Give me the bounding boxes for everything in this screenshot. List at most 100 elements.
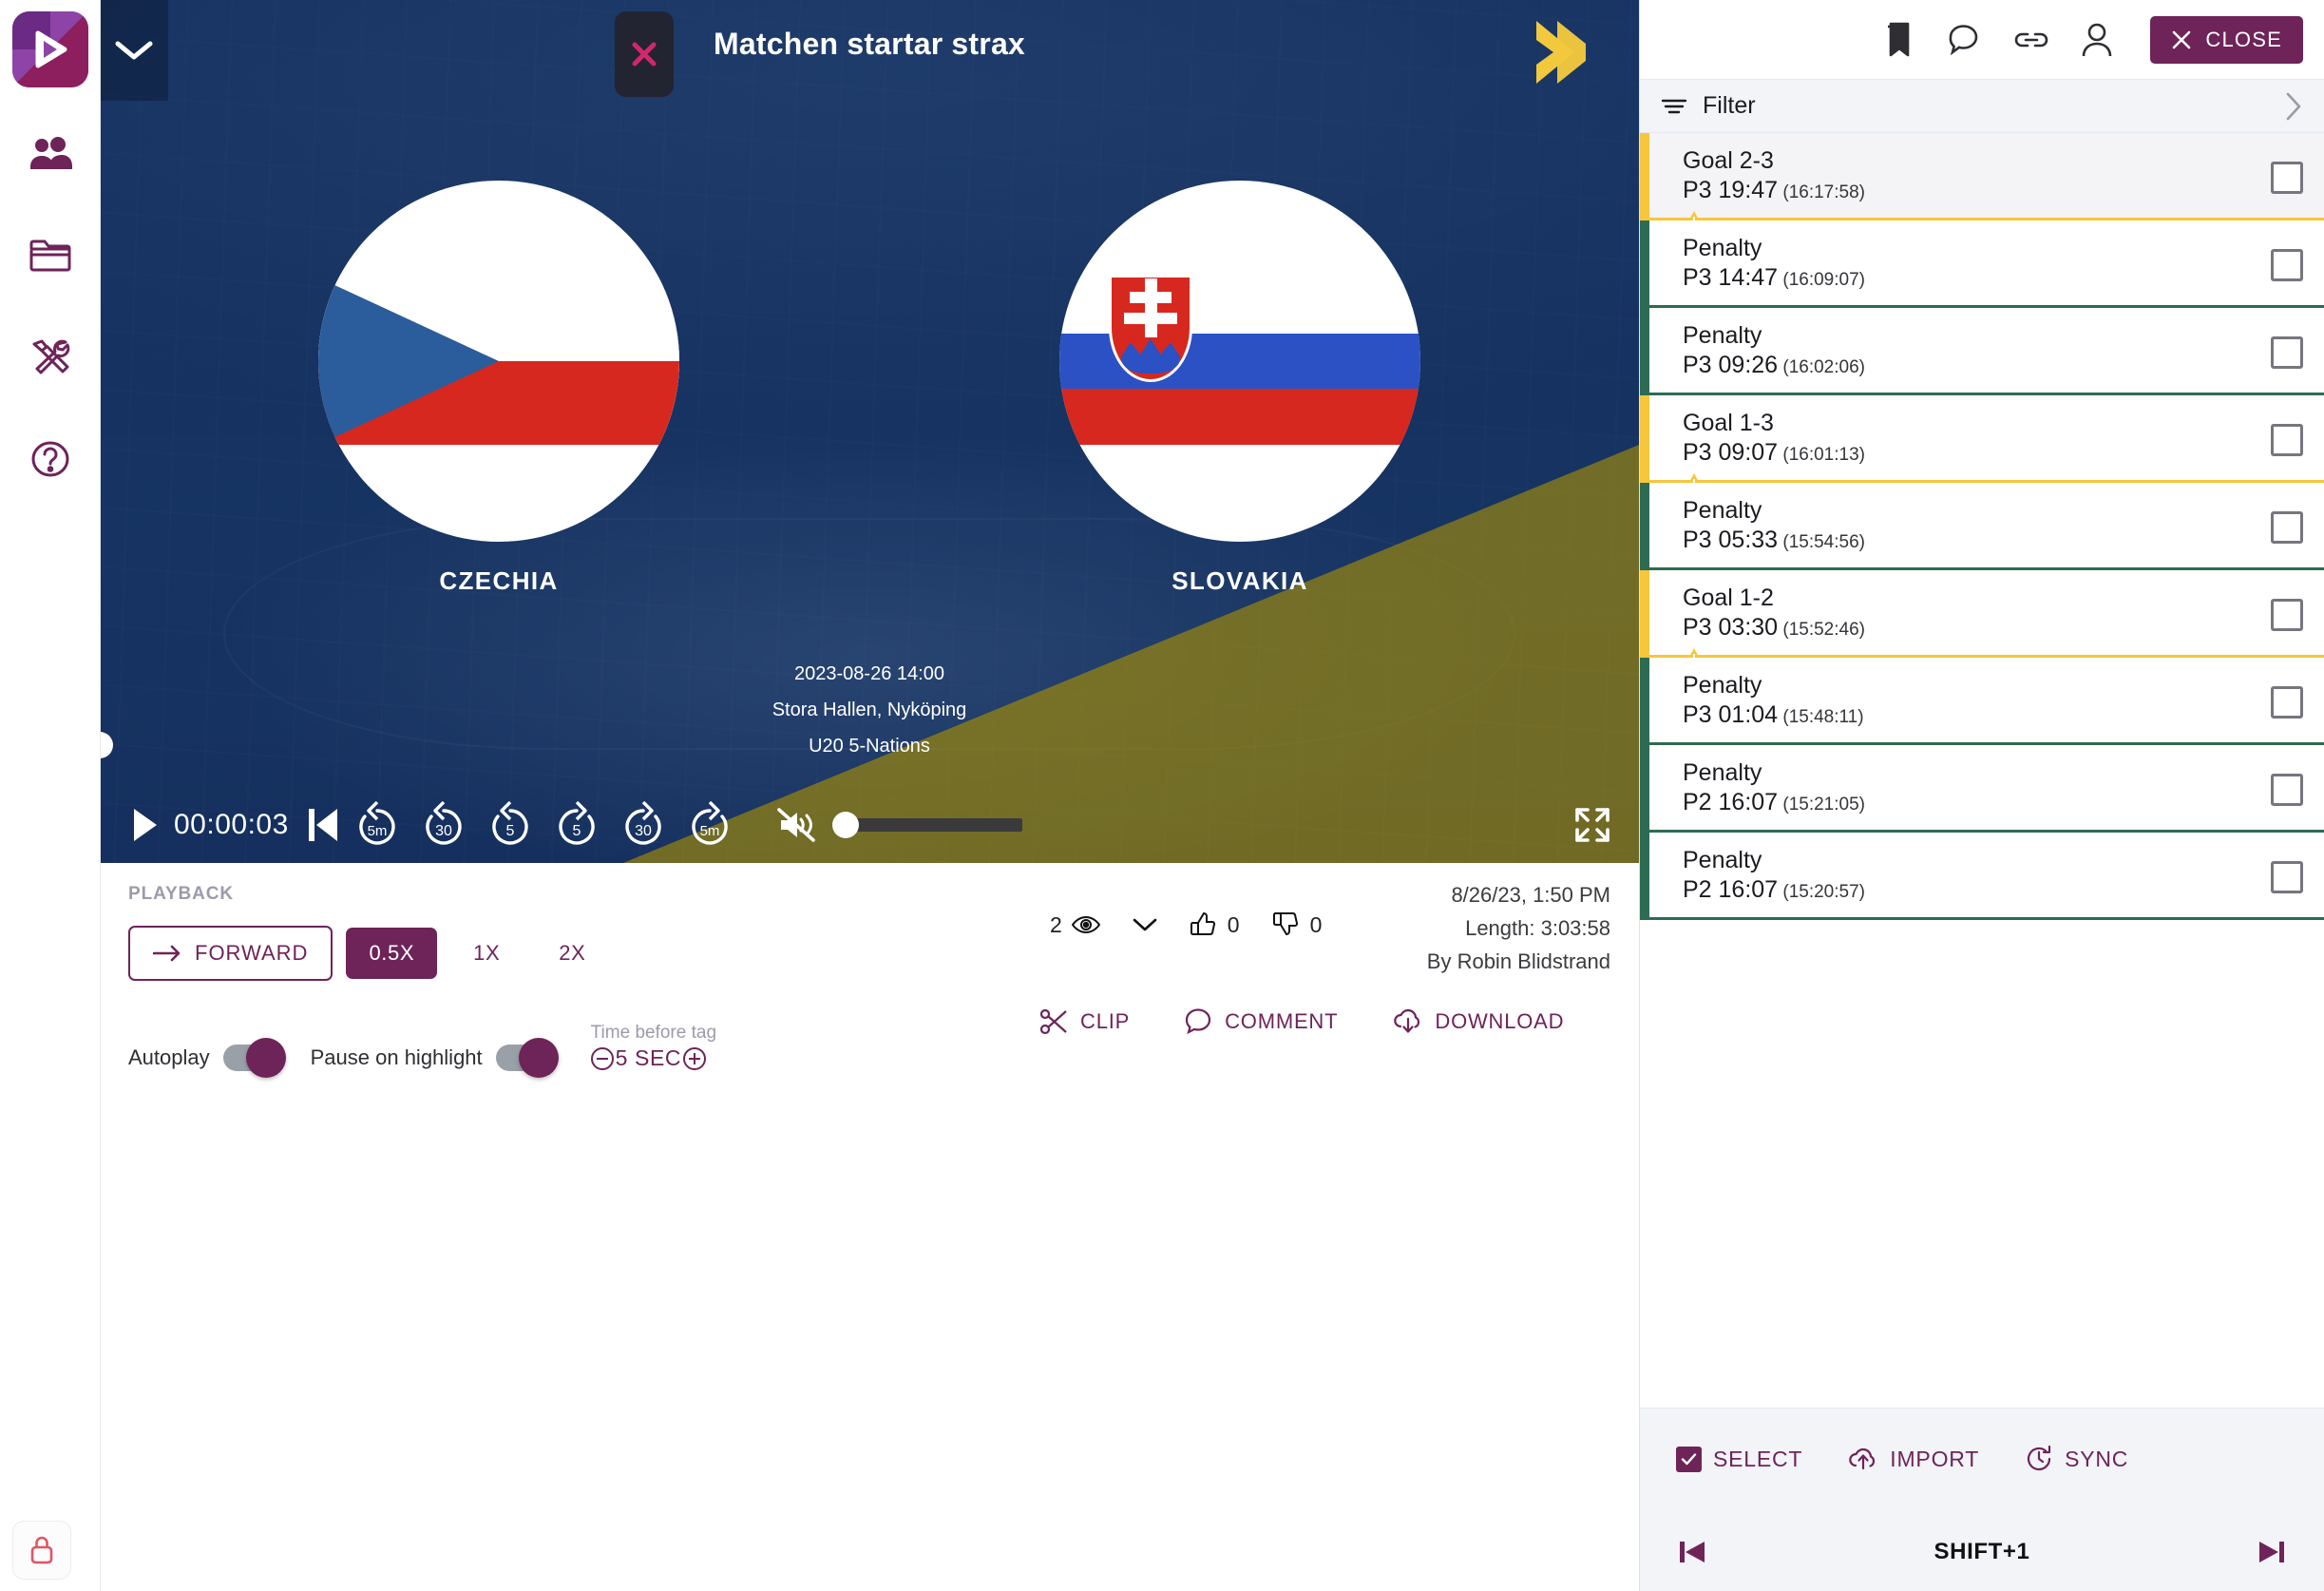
lock-icon[interactable] <box>12 1521 71 1580</box>
event-checkbox[interactable] <box>2271 774 2303 806</box>
select-button[interactable]: SELECT <box>1676 1446 1802 1472</box>
rewind-30-button[interactable]: 30 <box>417 798 470 852</box>
sidebar-item-teams[interactable] <box>0 118 100 189</box>
like-count: 0 <box>1227 911 1240 937</box>
forward-5-button[interactable]: 5 <box>550 798 603 852</box>
event-title: Penalty <box>1683 847 1762 873</box>
event-time: P2 16:07 (15:20:57) <box>1683 874 2324 908</box>
event-checkbox[interactable] <box>2271 511 2303 544</box>
event-checkbox[interactable] <box>2271 162 2303 194</box>
thumbs-up-icon <box>1190 911 1215 935</box>
created-at: 8/26/23, 1:50 PM <box>1451 883 1610 907</box>
event-checkbox[interactable] <box>2271 686 2303 719</box>
event-wall-clock: (16:01:13) <box>1778 445 1865 465</box>
forward-30-button[interactable]: 30 <box>617 798 670 852</box>
mute-button[interactable] <box>771 800 821 850</box>
fullscreen-button[interactable] <box>1567 799 1618 851</box>
download-label: DOWNLOAD <box>1435 1009 1565 1033</box>
skip-to-start-icon <box>308 809 337 841</box>
jump-to-start-button[interactable] <box>302 800 344 850</box>
event-row[interactable]: Penalty P3 05:33 (15:54:56) <box>1640 483 2324 570</box>
rewind-5-button[interactable]: 5 <box>484 798 537 852</box>
autoplay-toggle[interactable] <box>222 1038 286 1078</box>
svg-text:30: 30 <box>435 823 452 839</box>
video-controls-bar: 00:00:03 5m 30 5 5 30 5m <box>100 787 1639 863</box>
direction-forward-label: FORWARD <box>195 941 309 965</box>
skip-previous-icon[interactable] <box>1678 1538 1706 1566</box>
pause-highlight-label: Pause on highlight <box>310 1045 483 1069</box>
views-dropdown[interactable] <box>1133 917 1157 932</box>
event-row[interactable]: Penalty P2 16:07 (15:21:05) <box>1640 745 2324 833</box>
event-wall-clock: (16:02:06) <box>1778 357 1865 377</box>
app-root: Matchen startar strax CZECHIA SLOVAKIA 2… <box>0 0 2324 1591</box>
events-list[interactable]: Goal 2-3 P3 19:47 (16:17:58) Penalty P3 14:… <box>1640 133 2324 1408</box>
event-checkbox[interactable] <box>2271 599 2303 631</box>
sidebar-item-library[interactable] <box>0 220 100 291</box>
event-row[interactable]: Goal 1-2 P3 03:30 (15:52:46) <box>1640 570 2324 667</box>
event-checkbox[interactable] <box>2271 424 2303 456</box>
event-row[interactable]: Penalty P3 14:47 (16:09:07) <box>1640 220 2324 308</box>
skip-next-icon[interactable] <box>2257 1538 2286 1566</box>
sync-button[interactable]: SYNC <box>2025 1445 2128 1473</box>
volume-slider[interactable] <box>831 812 1022 838</box>
time-before-tag-increase[interactable] <box>683 1046 707 1070</box>
filter-bar[interactable]: Filter <box>1640 79 2324 133</box>
events-panel-footer: SELECT IMPORT SYNC SHIFT+1 <box>1640 1408 2324 1591</box>
filter-icon <box>1661 99 1687 113</box>
time-before-tag-decrease[interactable] <box>590 1046 614 1070</box>
event-row[interactable]: Penalty P2 16:07 (15:20:57) <box>1640 833 2324 920</box>
event-checkbox[interactable] <box>2271 336 2303 369</box>
video-length: Length: 3:03:58 <box>1465 916 1610 940</box>
sync-label: SYNC <box>2065 1446 2129 1471</box>
fullscreen-icon <box>1575 808 1610 842</box>
event-period-time: P3 19:47 <box>1683 177 1779 203</box>
event-row[interactable]: Penalty P3 09:26 (16:02:06) <box>1640 308 2324 395</box>
video-author: By Robin Blidstrand <box>1426 949 1610 973</box>
video-player[interactable]: Matchen startar strax CZECHIA SLOVAKIA 2… <box>100 0 1639 863</box>
speed-2x-button[interactable]: 2X <box>536 928 608 979</box>
speed-1x-button[interactable]: 1X <box>450 928 523 979</box>
pause-highlight-toggle[interactable] <box>495 1038 559 1078</box>
event-row[interactable]: Goal 2-3 P3 19:47 (16:17:58) <box>1640 133 2324 230</box>
close-label: CLOSE <box>2205 27 2282 51</box>
event-row[interactable]: Goal 1-3 P3 09:07 (16:01:13) <box>1640 395 2324 492</box>
comment-icon[interactable] <box>1947 23 1981 57</box>
forward-5m-button[interactable]: 5m <box>683 798 736 852</box>
match-meta: 2023-08-26 14:00 Stora Hallen, Nyköping … <box>100 656 1639 764</box>
sidebar-item-help[interactable] <box>0 423 100 494</box>
playback-speed-row: FORWARD 0.5X 1X 2X <box>128 926 1610 981</box>
direction-forward-button[interactable]: FORWARD <box>128 926 333 981</box>
events-panel-toolbar: CLOSE <box>1640 0 2324 79</box>
sidebar-item-tools[interactable] <box>0 321 100 393</box>
event-period-time: P3 09:07 <box>1683 439 1779 466</box>
event-checkbox[interactable] <box>2271 861 2303 893</box>
user-icon[interactable] <box>2082 22 2112 58</box>
like-group[interactable]: 0 <box>1190 911 1240 939</box>
close-button[interactable]: CLOSE <box>2150 15 2303 64</box>
clip-button[interactable]: CLIP <box>1040 1008 1130 1035</box>
import-button[interactable]: IMPORT <box>1848 1446 1979 1472</box>
match-venue: Stora Hallen, Nyköping <box>771 700 967 720</box>
speed-0.5x-button[interactable]: 0.5X <box>346 928 438 979</box>
time-before-tag-group: Time before tag 5 SEC <box>590 1023 716 1071</box>
event-time: P3 14:47 (16:09:07) <box>1683 262 2324 296</box>
play-logo[interactable] <box>11 11 88 87</box>
help-icon <box>31 441 68 476</box>
play-button[interactable] <box>121 800 170 850</box>
dislike-group[interactable]: 0 <box>1272 911 1322 939</box>
home-team-name: CZECHIA <box>439 566 559 595</box>
clip-label: CLIP <box>1080 1009 1131 1033</box>
download-button[interactable]: DOWNLOAD <box>1393 1008 1564 1035</box>
event-row[interactable]: Penalty P3 01:04 (15:48:11) <box>1640 658 2324 745</box>
link-icon[interactable] <box>2013 29 2049 51</box>
volume-knob[interactable] <box>831 812 859 838</box>
event-time: P3 19:47 (16:17:58) <box>1683 175 2324 208</box>
sync-clock-icon <box>2028 1445 2051 1471</box>
home-team-flag <box>318 181 679 542</box>
folder-icon <box>29 240 70 271</box>
comment-button[interactable]: COMMENT <box>1185 1007 1338 1036</box>
bookmark-icon[interactable] <box>1884 21 1914 59</box>
svg-text:5: 5 <box>505 823 514 839</box>
rewind-5m-button[interactable]: 5m <box>351 798 404 852</box>
event-checkbox[interactable] <box>2271 249 2303 281</box>
